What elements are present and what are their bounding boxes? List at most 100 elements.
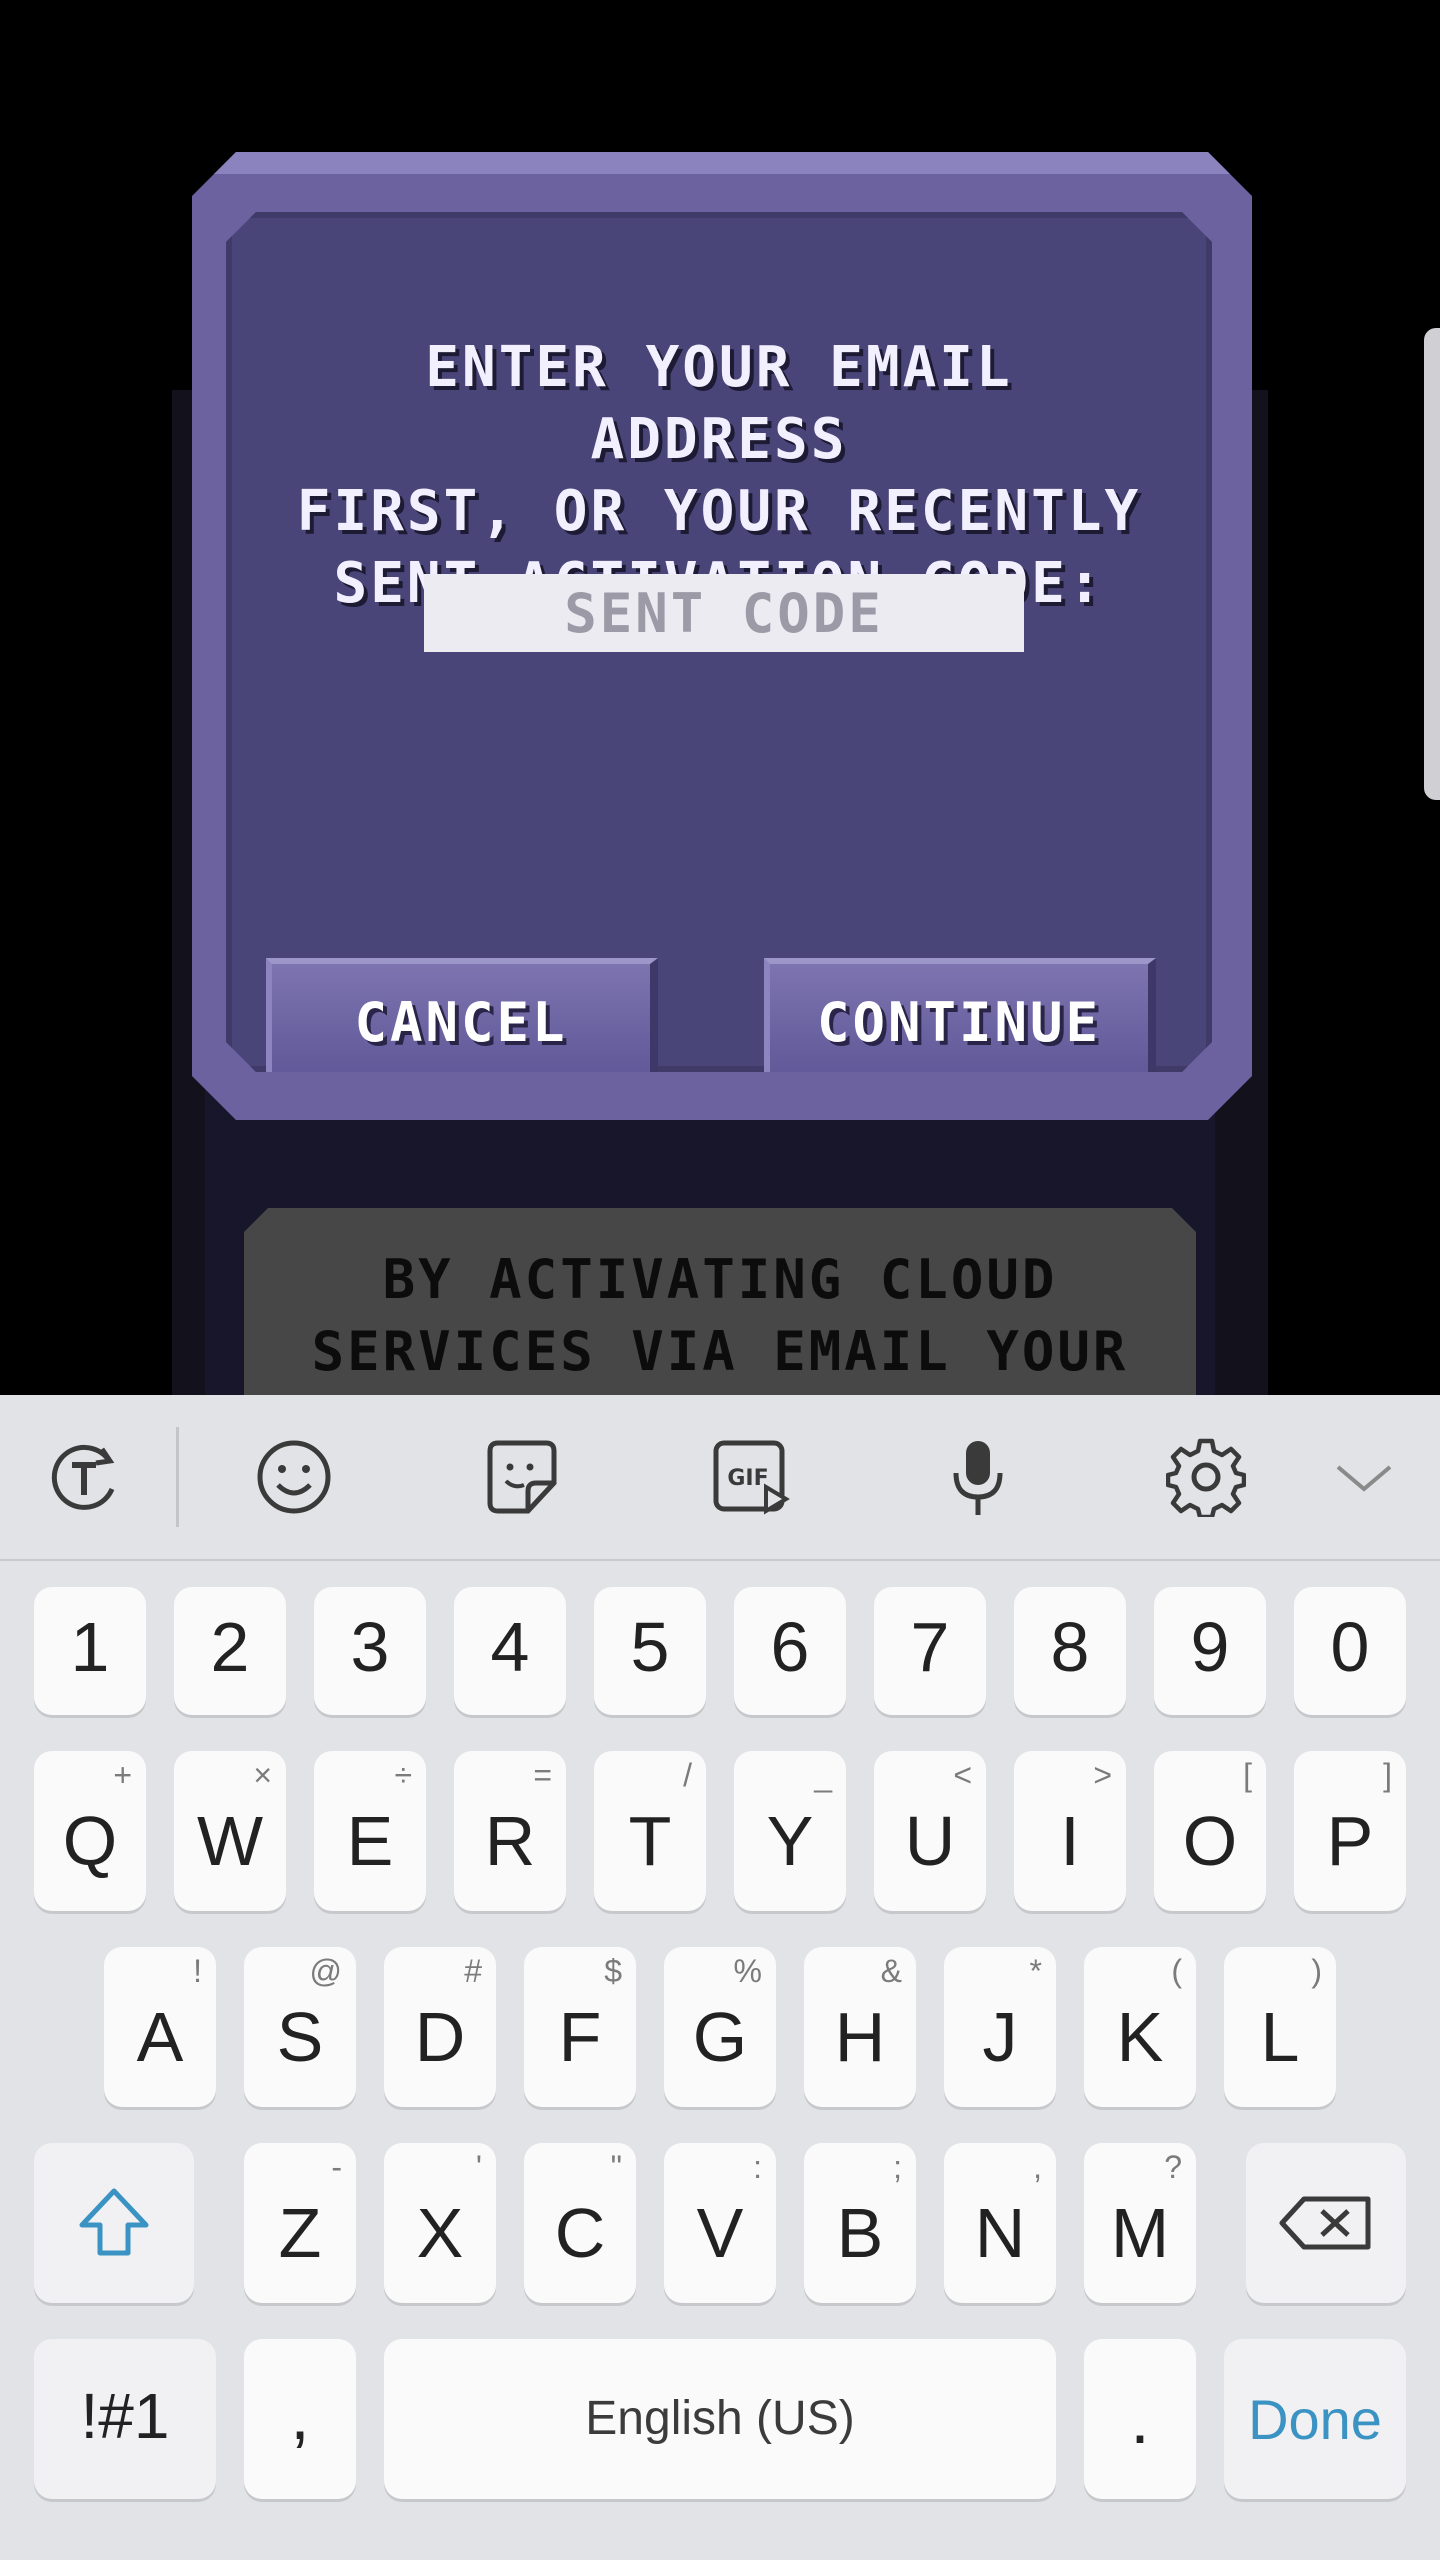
key-a[interactable]: A!: [104, 1947, 216, 2107]
key-d[interactable]: D #: [384, 1947, 496, 2107]
key-8-label: 8: [1050, 1608, 1090, 1686]
key-1-label: 1: [70, 1608, 110, 1686]
key-k-label: K: [1116, 1998, 1164, 2076]
done-key[interactable]: Done: [1224, 2339, 1406, 2499]
key-l[interactable]: L): [1224, 1947, 1336, 2107]
key-t[interactable]: T /: [594, 1751, 706, 1911]
key-t-label: T: [628, 1802, 672, 1880]
key-r-label: R: [484, 1802, 536, 1880]
key-v-label: V: [696, 2194, 744, 2272]
key-5[interactable]: 5: [594, 1587, 706, 1715]
key-2[interactable]: 2: [174, 1587, 286, 1715]
period-key[interactable]: .: [1084, 2339, 1196, 2499]
game-screen: BY ACTIVATING CLOUD SERVICES VIA EMAIL Y…: [0, 0, 1440, 1395]
key-m-label: M: [1110, 2194, 1170, 2272]
key-q-alt-label: +: [113, 1757, 132, 1793]
symbols-key[interactable]: !#1: [34, 2339, 216, 2499]
shift-key[interactable]: [34, 2143, 194, 2303]
microphone-icon[interactable]: [938, 1437, 1018, 1517]
key-m[interactable]: M?: [1084, 2143, 1196, 2303]
key-j-alt-label: *: [1029, 1953, 1042, 1989]
key-s-alt-label: @: [309, 1953, 342, 1989]
key-a-alt-label: !: [193, 1953, 202, 1989]
key-y-label: Y: [766, 1802, 814, 1880]
key-3[interactable]: 3: [314, 1587, 426, 1715]
settings-icon[interactable]: [1166, 1437, 1246, 1517]
key-v[interactable]: V:: [664, 2143, 776, 2303]
key-i[interactable]: I >: [1014, 1751, 1126, 1911]
soft-keyboard: GIF 1 2 3 4 5 6 7 8 9 0 Q + W × E ÷ R = T / Y _ U < I > O[P] A! S @ D #…: [0, 1395, 1440, 2560]
key-c[interactable]: C ": [524, 2143, 636, 2303]
sent-code-input[interactable]: [424, 574, 1024, 652]
backspace-icon: [1279, 2196, 1371, 2250]
backspace-key[interactable]: [1246, 2143, 1406, 2303]
emoji-icon[interactable]: [254, 1437, 334, 1517]
key-9[interactable]: 9: [1154, 1587, 1266, 1715]
key-o[interactable]: O[: [1154, 1751, 1266, 1911]
key-h-alt-label: &: [880, 1953, 902, 1989]
dialog-body: ENTER YOUR EMAIL ADDRESS FIRST, OR YOUR …: [226, 212, 1212, 1072]
key-7[interactable]: 7: [874, 1587, 986, 1715]
edge-panel-handle[interactable]: [1424, 328, 1440, 800]
collapse-chevron-icon[interactable]: [1324, 1437, 1404, 1517]
key-p[interactable]: P]: [1294, 1751, 1406, 1911]
key-6[interactable]: 6: [734, 1587, 846, 1715]
key-7-label: 7: [910, 1608, 950, 1686]
text-correction-icon[interactable]: [46, 1437, 126, 1517]
key-6-label: 6: [770, 1608, 810, 1686]
key-n[interactable]: N,: [944, 2143, 1056, 2303]
key-p-label: P: [1326, 1802, 1374, 1880]
key-r-alt-label: =: [533, 1757, 552, 1793]
key-j-label: J: [982, 1998, 1018, 2076]
key-g-alt-label: %: [733, 1953, 762, 1989]
terms-panel: BY ACTIVATING CLOUD SERVICES VIA EMAIL Y…: [244, 1208, 1196, 1395]
key-y[interactable]: Y _: [734, 1751, 846, 1911]
key-0[interactable]: 0: [1294, 1587, 1406, 1715]
key-y-alt-label: _: [814, 1757, 832, 1793]
gif-icon[interactable]: GIF: [710, 1437, 790, 1517]
key-0-label: 0: [1330, 1608, 1370, 1686]
comma-key[interactable]: ,: [244, 2339, 356, 2499]
space-bar[interactable]: English (US): [384, 2339, 1056, 2499]
key-c-label: C: [554, 2194, 606, 2272]
key-v-alt-label: :: [753, 2149, 762, 2185]
key-w[interactable]: W ×: [174, 1751, 286, 1911]
key-b-alt-label: ;: [893, 2149, 902, 2185]
key-q-label: Q: [62, 1802, 118, 1880]
key-s[interactable]: S @: [244, 1947, 356, 2107]
key-r[interactable]: R =: [454, 1751, 566, 1911]
key-u[interactable]: U <: [874, 1751, 986, 1911]
key-g-label: G: [692, 1998, 748, 2076]
key-f-alt-label: $: [604, 1953, 622, 1989]
continue-button[interactable]: CONTINUE: [764, 958, 1156, 1090]
done-key-label: Done: [1248, 2388, 1382, 2451]
key-1[interactable]: 1: [34, 1587, 146, 1715]
key-f[interactable]: F $: [524, 1947, 636, 2107]
key-g[interactable]: G%: [664, 1947, 776, 2107]
key-w-alt-label: ×: [253, 1757, 272, 1793]
key-z-alt-label: -: [331, 2149, 342, 2185]
key-2-label: 2: [210, 1608, 250, 1686]
key-4-label: 4: [490, 1608, 530, 1686]
key-i-alt-label: >: [1093, 1757, 1112, 1793]
key-x[interactable]: X ': [384, 2143, 496, 2303]
key-j[interactable]: J *: [944, 1947, 1056, 2107]
sticker-icon[interactable]: [482, 1437, 562, 1517]
key-q[interactable]: Q +: [34, 1751, 146, 1911]
terms-text: BY ACTIVATING CLOUD SERVICES VIA EMAIL Y…: [311, 1248, 1129, 1383]
key-z[interactable]: Z-: [244, 2143, 356, 2303]
key-l-alt-label: ): [1311, 1953, 1322, 1989]
key-u-alt-label: <: [953, 1757, 972, 1793]
cancel-button[interactable]: CANCEL: [266, 958, 658, 1090]
key-e[interactable]: E ÷: [314, 1751, 426, 1911]
key-b[interactable]: B;: [804, 2143, 916, 2303]
key-h[interactable]: H &: [804, 1947, 916, 2107]
key-4[interactable]: 4: [454, 1587, 566, 1715]
key-h-label: H: [834, 1998, 886, 2076]
key-e-alt-label: ÷: [394, 1757, 412, 1793]
key-n-label: N: [974, 2194, 1026, 2272]
key-3-label: 3: [350, 1608, 390, 1686]
key-8[interactable]: 8: [1014, 1587, 1126, 1715]
key-k[interactable]: K(: [1084, 1947, 1196, 2107]
key-o-alt-label: [: [1243, 1757, 1252, 1793]
